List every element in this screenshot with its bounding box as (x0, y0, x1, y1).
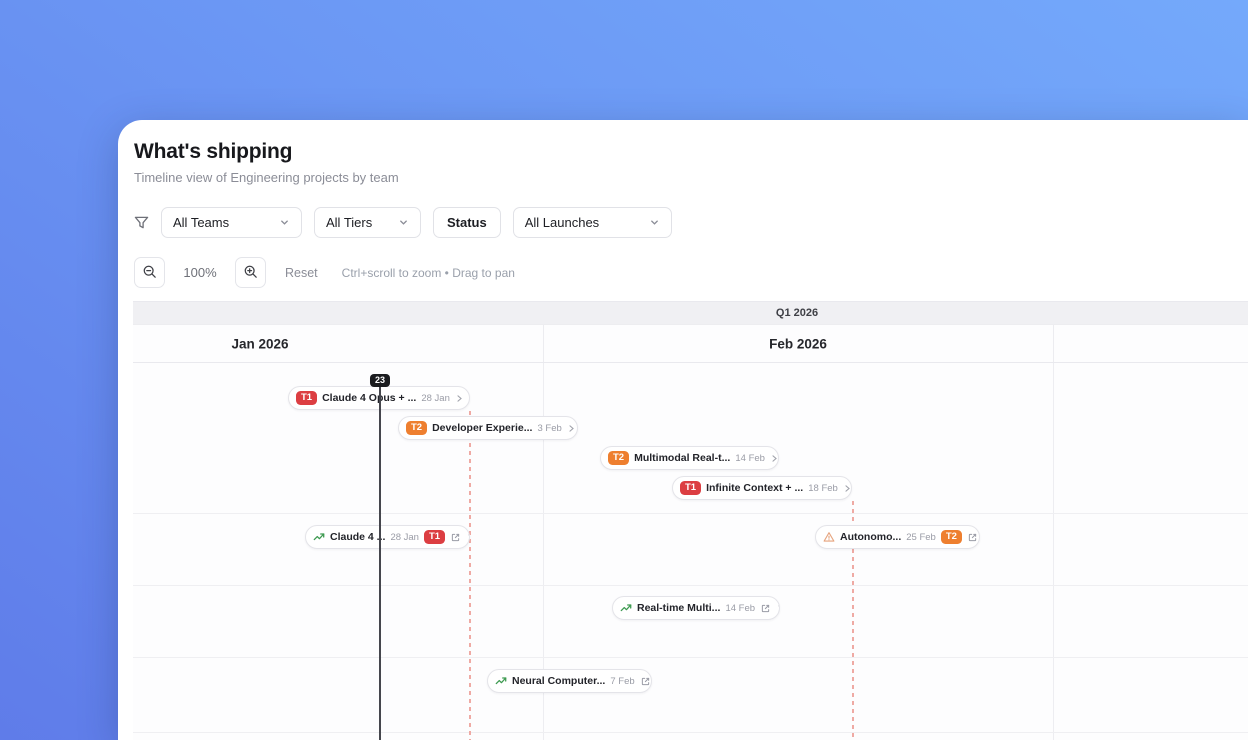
milestone-date: 28 Jan (421, 392, 450, 404)
milestone-date: 14 Feb (735, 452, 765, 464)
external-link-icon (760, 603, 771, 614)
row-separator (133, 657, 1248, 658)
launch-name: Neural Computer... (512, 675, 606, 687)
launch-pill-autonomous[interactable]: Autonomo... 25 Feb T2 (815, 525, 980, 549)
launch-name: Autonomo... (840, 531, 902, 543)
launch-date: 28 Jan (390, 531, 419, 543)
row-separator (133, 732, 1248, 733)
launch-date: 25 Feb (906, 531, 936, 543)
milestone-pill-developer-experience[interactable]: T2 Developer Experie... 3 Feb (398, 416, 578, 440)
launch-date: 7 Feb (610, 675, 635, 687)
deadline-dashed-line (469, 411, 471, 740)
month-label-feb: Feb 2026 (769, 336, 827, 351)
chevron-down-icon (398, 217, 409, 228)
milestone-name: Claude 4 Opus + ... (322, 392, 417, 404)
teams-filter-value: All Teams (173, 215, 230, 230)
external-link-icon (967, 532, 978, 543)
milestone-name: Developer Experie... (432, 422, 533, 434)
tiers-filter-dropdown[interactable]: All Tiers (314, 207, 421, 238)
launch-pill-realtime-multi[interactable]: Real-time Multi... 14 Feb (612, 596, 780, 620)
gradient-background: What's shipping Timeline view of Enginee… (0, 0, 1248, 740)
filter-icon (134, 215, 149, 230)
launches-filter-value: All Launches (524, 215, 600, 230)
launches-filter-dropdown[interactable]: All Launches (512, 207, 672, 238)
tier-badge: T2 (406, 420, 428, 436)
zoom-hint-text: Ctrl+scroll to zoom • Drag to pan (341, 265, 515, 280)
chevron-right-icon (455, 394, 464, 403)
tiers-filter-value: All Tiers (326, 215, 373, 230)
zoom-out-button[interactable] (134, 257, 165, 288)
zoom-in-icon (243, 264, 258, 282)
milestone-name: Multimodal Real-t... (634, 452, 731, 464)
tier-badge: T1 (296, 390, 318, 406)
page-subtitle: Timeline view of Engineering projects by… (134, 170, 399, 185)
month-divider (543, 325, 544, 362)
launch-name: Real-time Multi... (637, 602, 721, 614)
zoom-out-icon (142, 264, 157, 282)
external-link-icon (640, 676, 651, 687)
milestone-name: Infinite Context + ... (706, 482, 804, 494)
launch-pill-neural-computer[interactable]: Neural Computer... 7 Feb (487, 669, 652, 693)
chevron-right-icon (843, 484, 851, 493)
launch-name: Claude 4 ... (330, 531, 386, 543)
month-header: Jan 2026 Feb 2026 (133, 325, 1248, 363)
milestone-pill-infinite-context[interactable]: T1 Infinite Context + ... 18 Feb (672, 476, 852, 500)
status-filter-button[interactable]: Status (433, 207, 501, 238)
launch-pill-claude-4[interactable]: Claude 4 ... 28 Jan T1 (305, 525, 470, 549)
chevron-right-icon (770, 454, 778, 463)
teams-filter-dropdown[interactable]: All Teams (161, 207, 302, 238)
today-line (379, 381, 381, 740)
zoom-toolbar: 100% Reset Ctrl+scroll to zoom • Drag to… (134, 257, 1248, 288)
tier-badge: T2 (940, 529, 962, 545)
tier-badge: T2 (608, 450, 630, 466)
external-link-icon (450, 532, 461, 543)
zoom-in-button[interactable] (235, 257, 266, 288)
warning-icon (823, 531, 835, 543)
today-marker-badge: 23 (369, 374, 391, 387)
launch-date: 14 Feb (725, 602, 756, 614)
row-separator (133, 585, 1248, 586)
milestone-date: 3 Feb (537, 422, 562, 434)
reset-zoom-button[interactable]: Reset (285, 266, 318, 280)
milestone-start-bracket (399, 417, 401, 439)
timeline: Q1 2026 Jan 2026 Feb 2026 23 T1 Claude 4… (133, 301, 1248, 740)
trend-up-icon (313, 531, 325, 543)
milestone-start-bracket (673, 477, 675, 499)
month-divider (1053, 325, 1054, 362)
quarter-label: Q1 2026 (775, 307, 819, 319)
milestone-start-bracket (289, 387, 291, 409)
month-gridline (1053, 363, 1054, 740)
trend-up-icon (620, 602, 632, 614)
row-separator (133, 513, 1248, 514)
quarter-header: Q1 2026 (133, 301, 1248, 325)
tier-badge: T1 (423, 529, 446, 545)
chevron-right-icon (466, 533, 469, 542)
chevron-down-icon (279, 217, 290, 228)
tier-badge: T1 (680, 480, 702, 496)
whats-shipping-panel: What's shipping Timeline view of Enginee… (118, 120, 1248, 740)
chevron-down-icon (649, 217, 660, 228)
milestone-pill-multimodal-realtime[interactable]: T2 Multimodal Real-t... 14 Feb (600, 446, 779, 470)
zoom-level-value: 100% (183, 265, 217, 280)
milestone-start-bracket (601, 447, 603, 469)
chevron-right-icon (776, 604, 779, 613)
chevron-right-icon (567, 424, 576, 433)
page-title: What's shipping (134, 140, 293, 163)
trend-up-icon (495, 675, 507, 687)
filter-bar: All Teams All Tiers Status All Launches (134, 207, 1248, 238)
milestone-date: 18 Feb (808, 482, 838, 494)
timeline-body: 23 T1 Claude 4 Opus + ... 28 Jan T2 Deve… (133, 363, 1248, 740)
month-label-jan: Jan 2026 (231, 336, 289, 351)
